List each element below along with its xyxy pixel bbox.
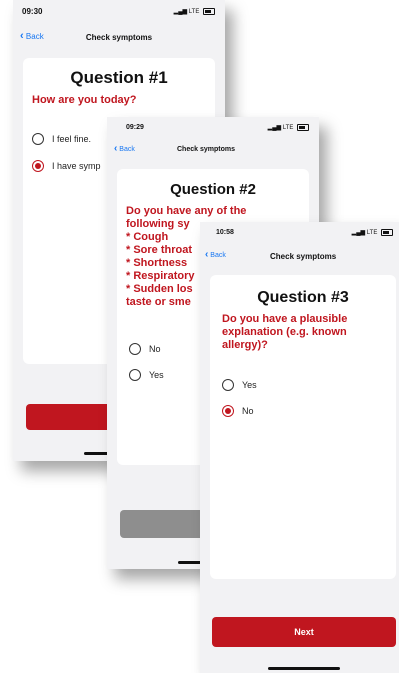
signal-indicator: ▂▄▆ LTE	[174, 8, 215, 15]
radio-have-symptoms[interactable]	[32, 160, 44, 172]
battery-icon	[297, 124, 309, 131]
option-yes[interactable]: Yes	[129, 369, 164, 381]
question-title: Question #2	[170, 181, 256, 198]
chevron-left-icon: ‹	[114, 143, 118, 154]
status-bar: 09:29 ▂▄▆ LTE	[107, 117, 319, 137]
network-label: LTE	[366, 230, 378, 237]
back-label: Back	[210, 252, 226, 259]
radio-feel-fine[interactable]	[32, 133, 44, 145]
radio-no[interactable]	[129, 343, 141, 355]
radio-yes[interactable]	[129, 369, 141, 381]
question-line: Do you have any of the	[126, 205, 247, 217]
status-bar: 10:58 ▂▄▆ LTE	[200, 222, 399, 242]
radio-no[interactable]	[222, 405, 234, 417]
question-title: Question #1	[70, 68, 168, 87]
question-card: Question #3 Do you have a plausible expl…	[210, 275, 396, 579]
nav-title: Check symptoms	[85, 33, 153, 42]
signal-icon: ▂▄▆	[173, 9, 188, 16]
status-time: 09:29	[126, 124, 144, 131]
question-text: Do you have a plausible explanation (e.g…	[222, 313, 348, 351]
option-no[interactable]: No	[222, 405, 254, 417]
home-indicator	[268, 667, 340, 670]
network-label: LTE	[188, 9, 200, 16]
next-button[interactable]: Next	[212, 617, 396, 647]
status-bar: 09:30 ▂▄▆ LTE	[13, 0, 225, 20]
back-button[interactable]: ‹ Back	[205, 249, 226, 260]
signal-icon: ▂▄▆	[267, 125, 282, 132]
option-label: I feel fine.	[52, 134, 92, 144]
option-label: No	[242, 406, 254, 416]
status-time: 10:58	[216, 229, 234, 236]
option-have-symptoms[interactable]: I have symp	[32, 160, 101, 172]
nav-title: Check symptoms	[270, 252, 337, 261]
signal-indicator: ▂▄▆ LTE	[352, 229, 393, 236]
question-title: Question #3	[257, 289, 349, 306]
back-label: Back	[119, 146, 135, 153]
option-label: No	[149, 344, 161, 354]
option-yes[interactable]: Yes	[222, 379, 257, 391]
nav-title: Check symptoms	[177, 146, 235, 153]
screen-question-3: 10:58 ▂▄▆ LTE ‹ Back Check symptoms Ques…	[200, 222, 399, 673]
option-label: Yes	[242, 380, 257, 390]
option-no[interactable]: No	[129, 343, 161, 355]
signal-icon: ▂▄▆	[351, 230, 366, 237]
battery-icon	[381, 229, 393, 236]
status-time: 09:30	[22, 7, 43, 16]
chevron-left-icon: ‹	[205, 249, 209, 260]
network-label: LTE	[282, 125, 294, 132]
option-feel-fine[interactable]: I feel fine.	[32, 133, 91, 145]
option-label: Yes	[149, 370, 164, 380]
option-label: I have symp	[52, 161, 101, 171]
back-button[interactable]: ‹ Back	[114, 143, 135, 154]
battery-icon	[203, 8, 215, 15]
question-text: How are you today?	[32, 94, 137, 106]
signal-indicator: ▂▄▆ LTE	[268, 124, 309, 131]
radio-yes[interactable]	[222, 379, 234, 391]
